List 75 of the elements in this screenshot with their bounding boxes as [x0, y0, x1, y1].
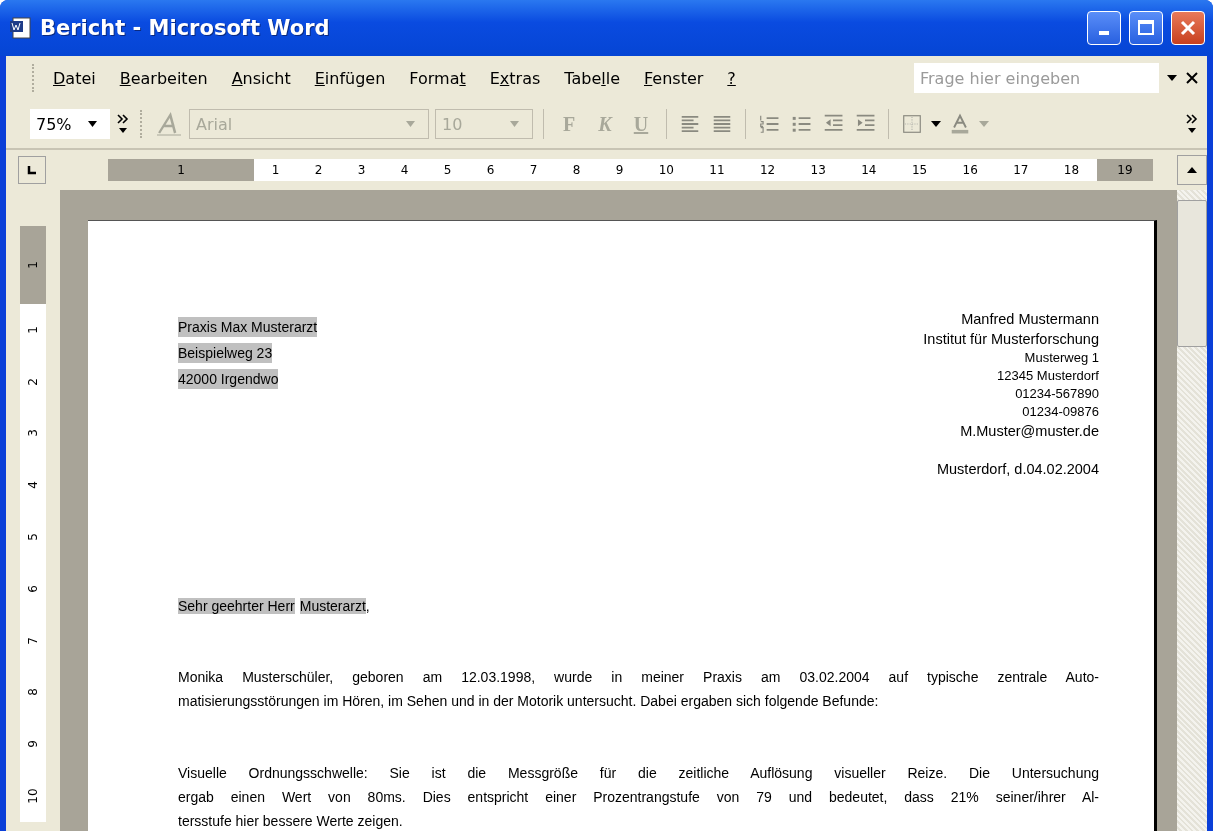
contact-line: Manfred Mustermann	[961, 310, 1099, 329]
vertical-ruler[interactable]: 1 1 2 3 4 5 6 7 8 9 10	[20, 226, 46, 822]
menu-item[interactable]: Extras	[477, 64, 553, 92]
ruler-number: 2	[26, 377, 40, 386]
close-icon	[1179, 19, 1197, 37]
ruler-number: 4	[400, 163, 409, 177]
greeting-text: Sehr geehrter Herr Musterarzt,	[178, 597, 371, 616]
menu-item[interactable]: Datei	[41, 64, 108, 92]
help-search-field[interactable]: Frage hier eingeben	[914, 63, 1159, 93]
menu-item[interactable]: Bearbeiten	[107, 64, 220, 92]
contact-line: 12345 Musterdorf	[997, 367, 1099, 385]
menu-item[interactable]: ?	[715, 64, 748, 92]
ruler-number: 5	[443, 163, 452, 177]
styles-icon[interactable]	[155, 111, 183, 137]
close-button[interactable]	[1171, 11, 1205, 45]
ruler-number: 9	[615, 163, 624, 177]
toolbar-options-icon[interactable]	[116, 113, 130, 135]
left-tab-icon	[27, 165, 37, 175]
ruler-number: 1	[177, 163, 185, 177]
body-paragraph: Monika Musterschüler, geboren am 12.03.1998, wurde in meiner Praxis am 03.02.2004 auf typische zentrale Auto- matisierungsstörungen im Hören, im Sehen und in der Motorik untersucht. Dabei ergaben sich folgende Befunde:	[178, 668, 1099, 711]
menu-grip-icon[interactable]	[32, 64, 37, 92]
vertical-scrollbar[interactable]	[1177, 190, 1207, 831]
ruler-number: 14	[861, 163, 877, 177]
ruler-number: 1	[26, 326, 40, 334]
ruler-number: 9	[26, 740, 40, 749]
contact-line: Institut für Musterforschung	[923, 330, 1099, 349]
ruler-number: 16	[962, 163, 978, 177]
ruler-number: 10	[658, 163, 674, 177]
contact-line: Musterweg 1	[1024, 349, 1099, 367]
contact-line: 01234-09876	[1022, 403, 1099, 421]
ruler-number: 13	[810, 163, 826, 177]
horizontal-ruler[interactable]: 1 1 2 3 4 5 6 7 8 9 10 11 12 13 14 15 16 17 18 19	[108, 159, 1153, 181]
ruler-number: 6	[26, 585, 40, 593]
ruler-number: 11	[709, 163, 725, 177]
ruler-number: 7	[529, 163, 538, 177]
document-icon	[8, 16, 32, 40]
menu-item[interactable]: Format	[397, 64, 478, 92]
minimize-button[interactable]	[1087, 11, 1121, 45]
close-document-icon[interactable]	[1185, 71, 1199, 85]
ruler-number: 3	[357, 163, 366, 177]
ruler-number: 19	[1117, 163, 1133, 177]
menu-item[interactable]: Tabelle	[552, 64, 632, 92]
dropdown-caret-icon[interactable]	[931, 121, 941, 127]
ruler-number: 15	[911, 163, 928, 177]
menu-item[interactable]: Fenster	[632, 64, 716, 92]
dropdown-caret-icon[interactable]	[1167, 75, 1177, 81]
tab-stop-selector[interactable]	[18, 156, 46, 184]
ruler-number: 4	[26, 481, 40, 490]
contact-line: 01234-567890	[1015, 385, 1099, 403]
maximize-button[interactable]	[1129, 11, 1163, 45]
ruler-number: 1	[271, 163, 280, 177]
minimize-icon	[1099, 31, 1109, 35]
ruler-number: 5	[26, 533, 40, 541]
menu-item[interactable]: Einfügen	[302, 64, 398, 92]
contact-line: M.Muster@muster.de	[960, 422, 1099, 441]
ruler-number: 8	[572, 163, 581, 177]
ruler-number: 8	[26, 688, 40, 697]
maximize-icon	[1137, 19, 1155, 37]
toolbar-options-icon[interactable]	[1185, 113, 1199, 135]
menu-item[interactable]: Ansicht	[219, 64, 303, 92]
scroll-up-button[interactable]	[1177, 155, 1207, 185]
ruler-number: 10	[26, 788, 40, 804]
ruler-number: 17	[1013, 163, 1029, 177]
ruler-number: 12	[759, 163, 776, 177]
ruler-number: 2	[314, 163, 323, 177]
ruler-number: 6	[486, 163, 495, 177]
scroll-thumb[interactable]	[1177, 200, 1207, 347]
ruler-number: 3	[26, 429, 40, 438]
date-line: Musterdorf, d.04.02.2004	[936, 461, 1099, 477]
ruler-number: 1	[26, 261, 40, 269]
body-paragraph: Visuelle Ordnungsschwelle: Sie ist die Messgröße für die zeitliche Auflösung visueller Reize. Die Untersuchung ergab einen Wert von 80ms. Dies entspricht einer Prozentrangstufe von 79 und bedeutet, dass 21% seiner/ihrer Al- tersstufe hier bessere Werte zeigen.	[178, 764, 1099, 831]
ruler-number: 7	[26, 636, 40, 645]
ruler-number: 18	[1063, 163, 1080, 177]
up-arrow-icon	[1187, 167, 1197, 173]
window-title: Bericht - Microsoft Word	[40, 16, 331, 40]
